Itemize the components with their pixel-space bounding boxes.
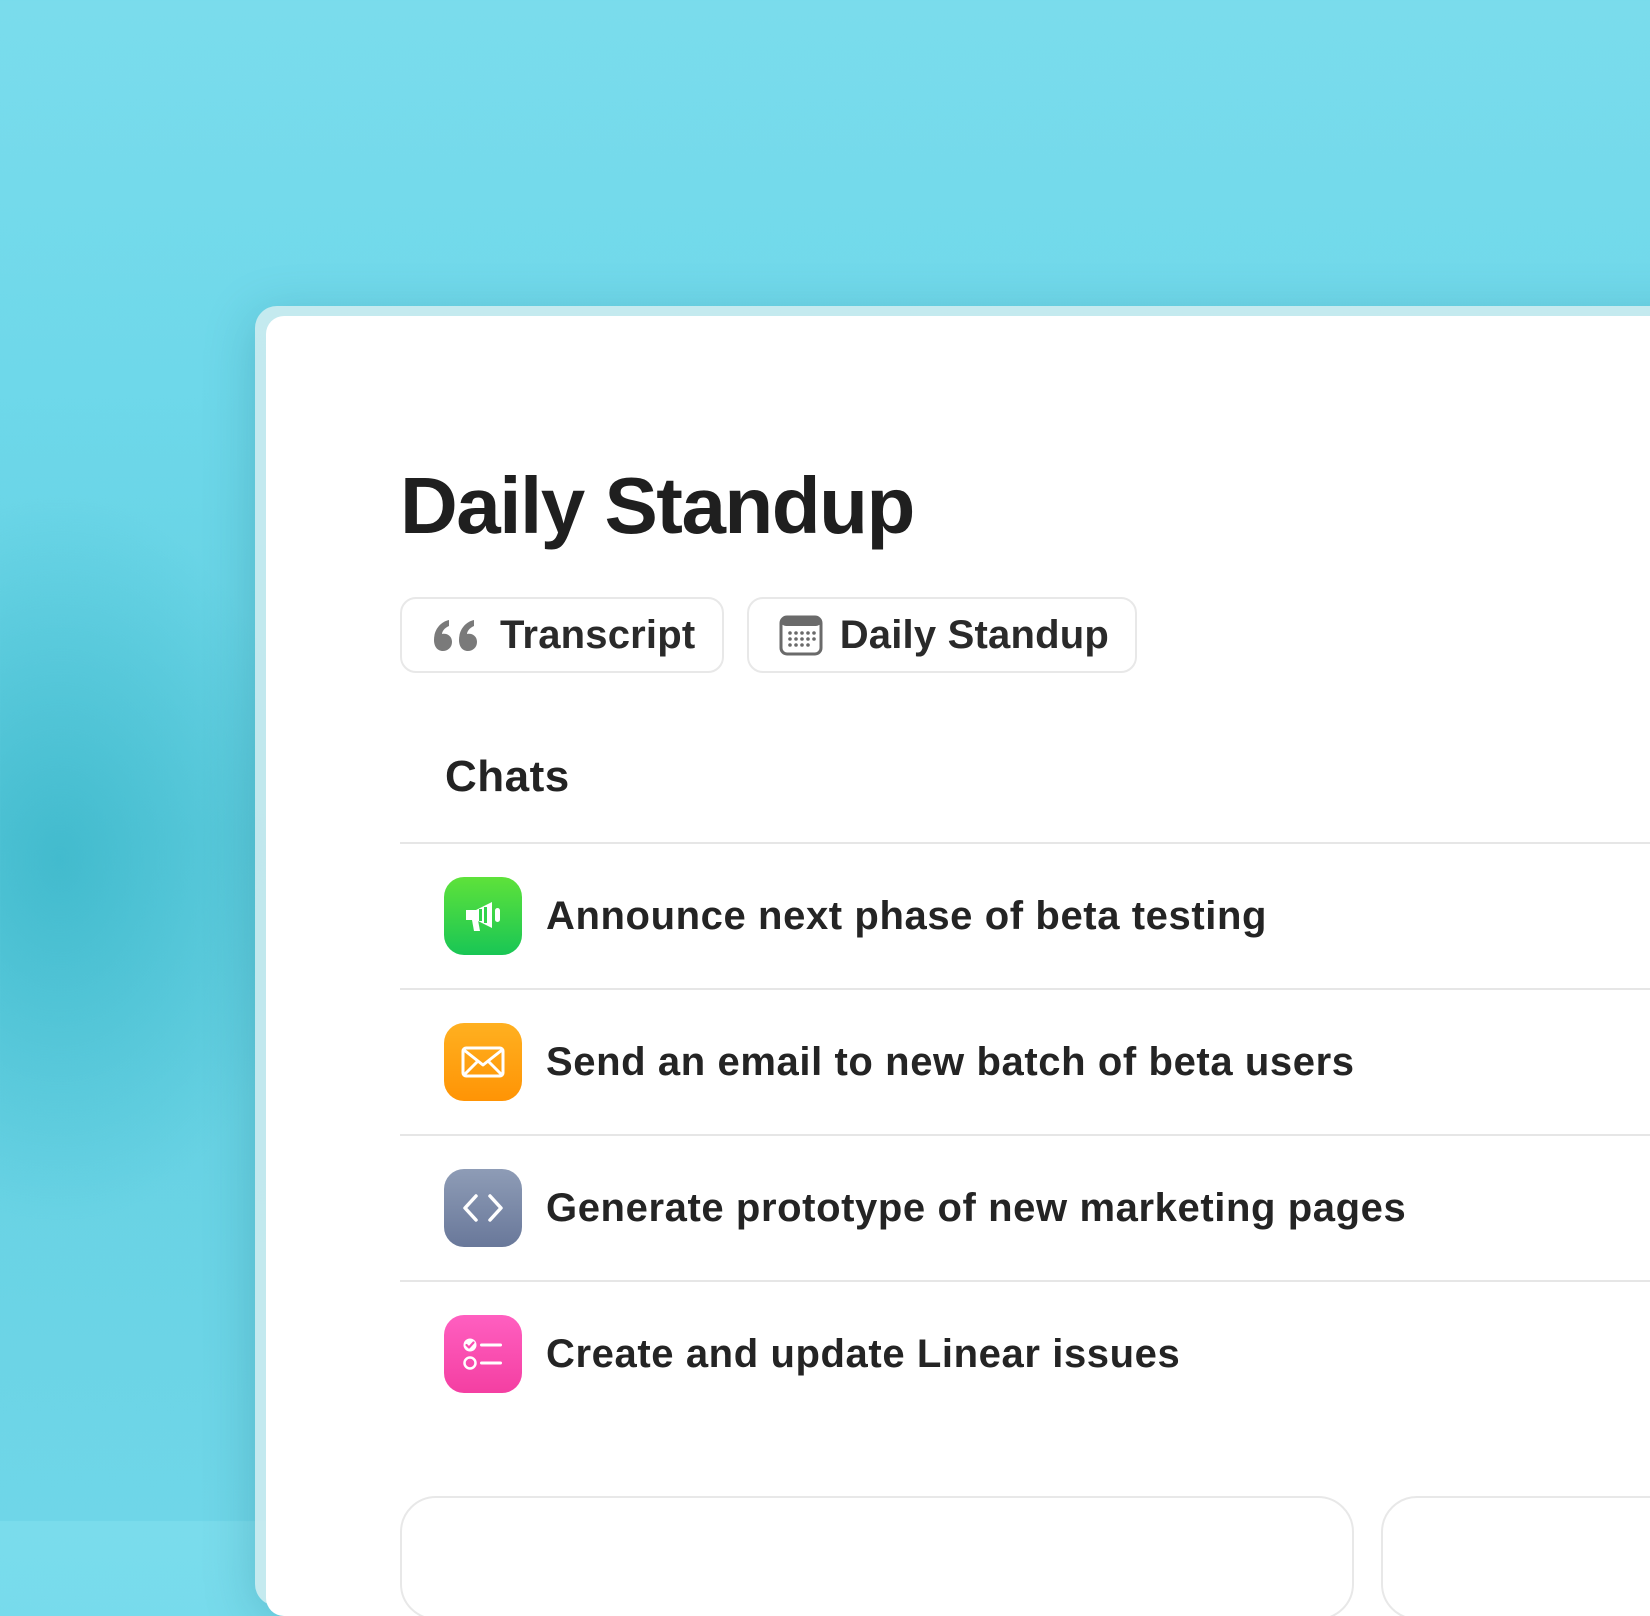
chat-item-announce[interactable]: Announce next phase of beta testing	[400, 844, 1650, 988]
code-icon	[444, 1169, 522, 1247]
transcript-button[interactable]: Transcript	[400, 597, 724, 673]
chat-item-label: Announce next phase of beta testing	[546, 893, 1268, 938]
chat-item-email[interactable]: Send an email to new batch of beta users	[400, 990, 1650, 1134]
transcript-label: Transcript	[500, 612, 696, 657]
chat-item-label: Send an email to new batch of beta users	[546, 1039, 1355, 1084]
secondary-card[interactable]	[1381, 1496, 1650, 1616]
meeting-label: Daily Standup	[839, 612, 1109, 657]
composer-card[interactable]	[400, 1496, 1354, 1616]
app-window: Daily Standup Transcript Daily Standup C	[266, 316, 1650, 1616]
megaphone-icon	[444, 877, 522, 955]
chat-item-label: Create and update Linear issues	[546, 1331, 1181, 1376]
chats-heading: Chats	[445, 752, 570, 801]
chat-item-prototype[interactable]: Generate prototype of new marketing page…	[400, 1136, 1650, 1280]
calendar-icon	[779, 614, 824, 656]
page-title: Daily Standup	[400, 461, 915, 550]
meeting-button[interactable]: Daily Standup	[747, 597, 1137, 673]
quote-icon	[432, 614, 484, 656]
chat-item-label: Generate prototype of new marketing page…	[546, 1185, 1407, 1230]
mail-icon	[444, 1023, 522, 1101]
chat-item-linear[interactable]: Create and update Linear issues	[400, 1282, 1650, 1426]
checklist-icon	[444, 1315, 522, 1393]
